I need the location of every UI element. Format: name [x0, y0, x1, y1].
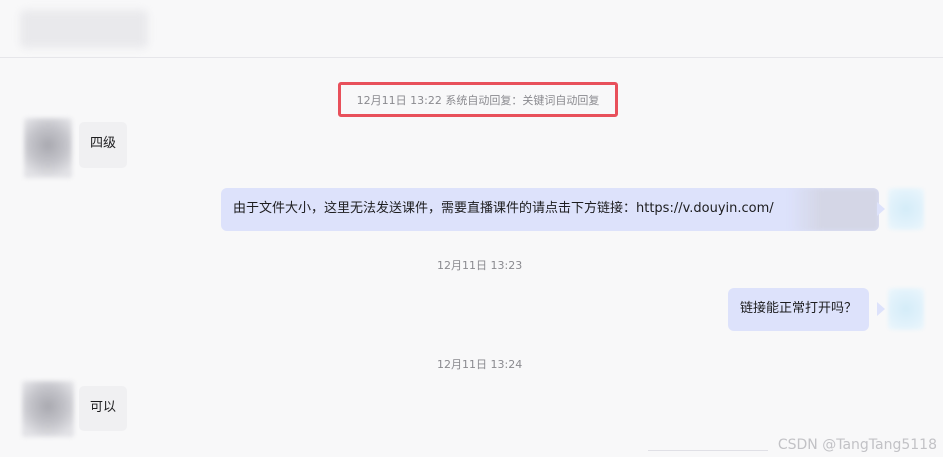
chat-header: [0, 0, 943, 58]
self-avatar[interactable]: [888, 288, 924, 330]
bubble-tail: [877, 202, 885, 216]
divider: [648, 450, 768, 451]
contact-avatar[interactable]: [22, 381, 74, 437]
system-timestamp-text: 12月11日 13:22 系统自动回复：关键词自动回复: [356, 93, 600, 107]
bubble-tail: [877, 302, 885, 316]
outgoing-message: 由于文件大小，这里无法发送课件，需要直播课件的请点击下方链接：https://v…: [221, 188, 879, 231]
contact-avatar[interactable]: [24, 118, 72, 178]
contact-name-blurred: [20, 10, 148, 48]
incoming-message: 可以: [79, 386, 128, 431]
self-avatar[interactable]: [888, 188, 924, 230]
outgoing-message: 链接能正常打开吗？: [728, 288, 870, 331]
message-text: 四级: [90, 136, 117, 151]
watermark: CSDN @TangTang5118: [777, 437, 937, 453]
message-text: 由于文件大小，这里无法发送课件，需要直播课件的请点击下方链接：https://v…: [233, 201, 774, 216]
system-timestamp-highlight: 12月11日 13:22 系统自动回复：关键词自动回复: [338, 82, 618, 117]
timestamp: 12月11日 13:24: [437, 358, 523, 371]
blurred-link-tail: [789, 188, 879, 231]
message-text: 可以: [90, 400, 117, 415]
timestamp: 12月11日 13:23: [437, 259, 523, 272]
chat-window: 12月11日 13:22 系统自动回复：关键词自动回复 四级 由于文件大小，这里…: [0, 0, 943, 457]
incoming-message: 四级: [79, 122, 128, 168]
message-text: 链接能正常打开吗？: [740, 301, 858, 316]
